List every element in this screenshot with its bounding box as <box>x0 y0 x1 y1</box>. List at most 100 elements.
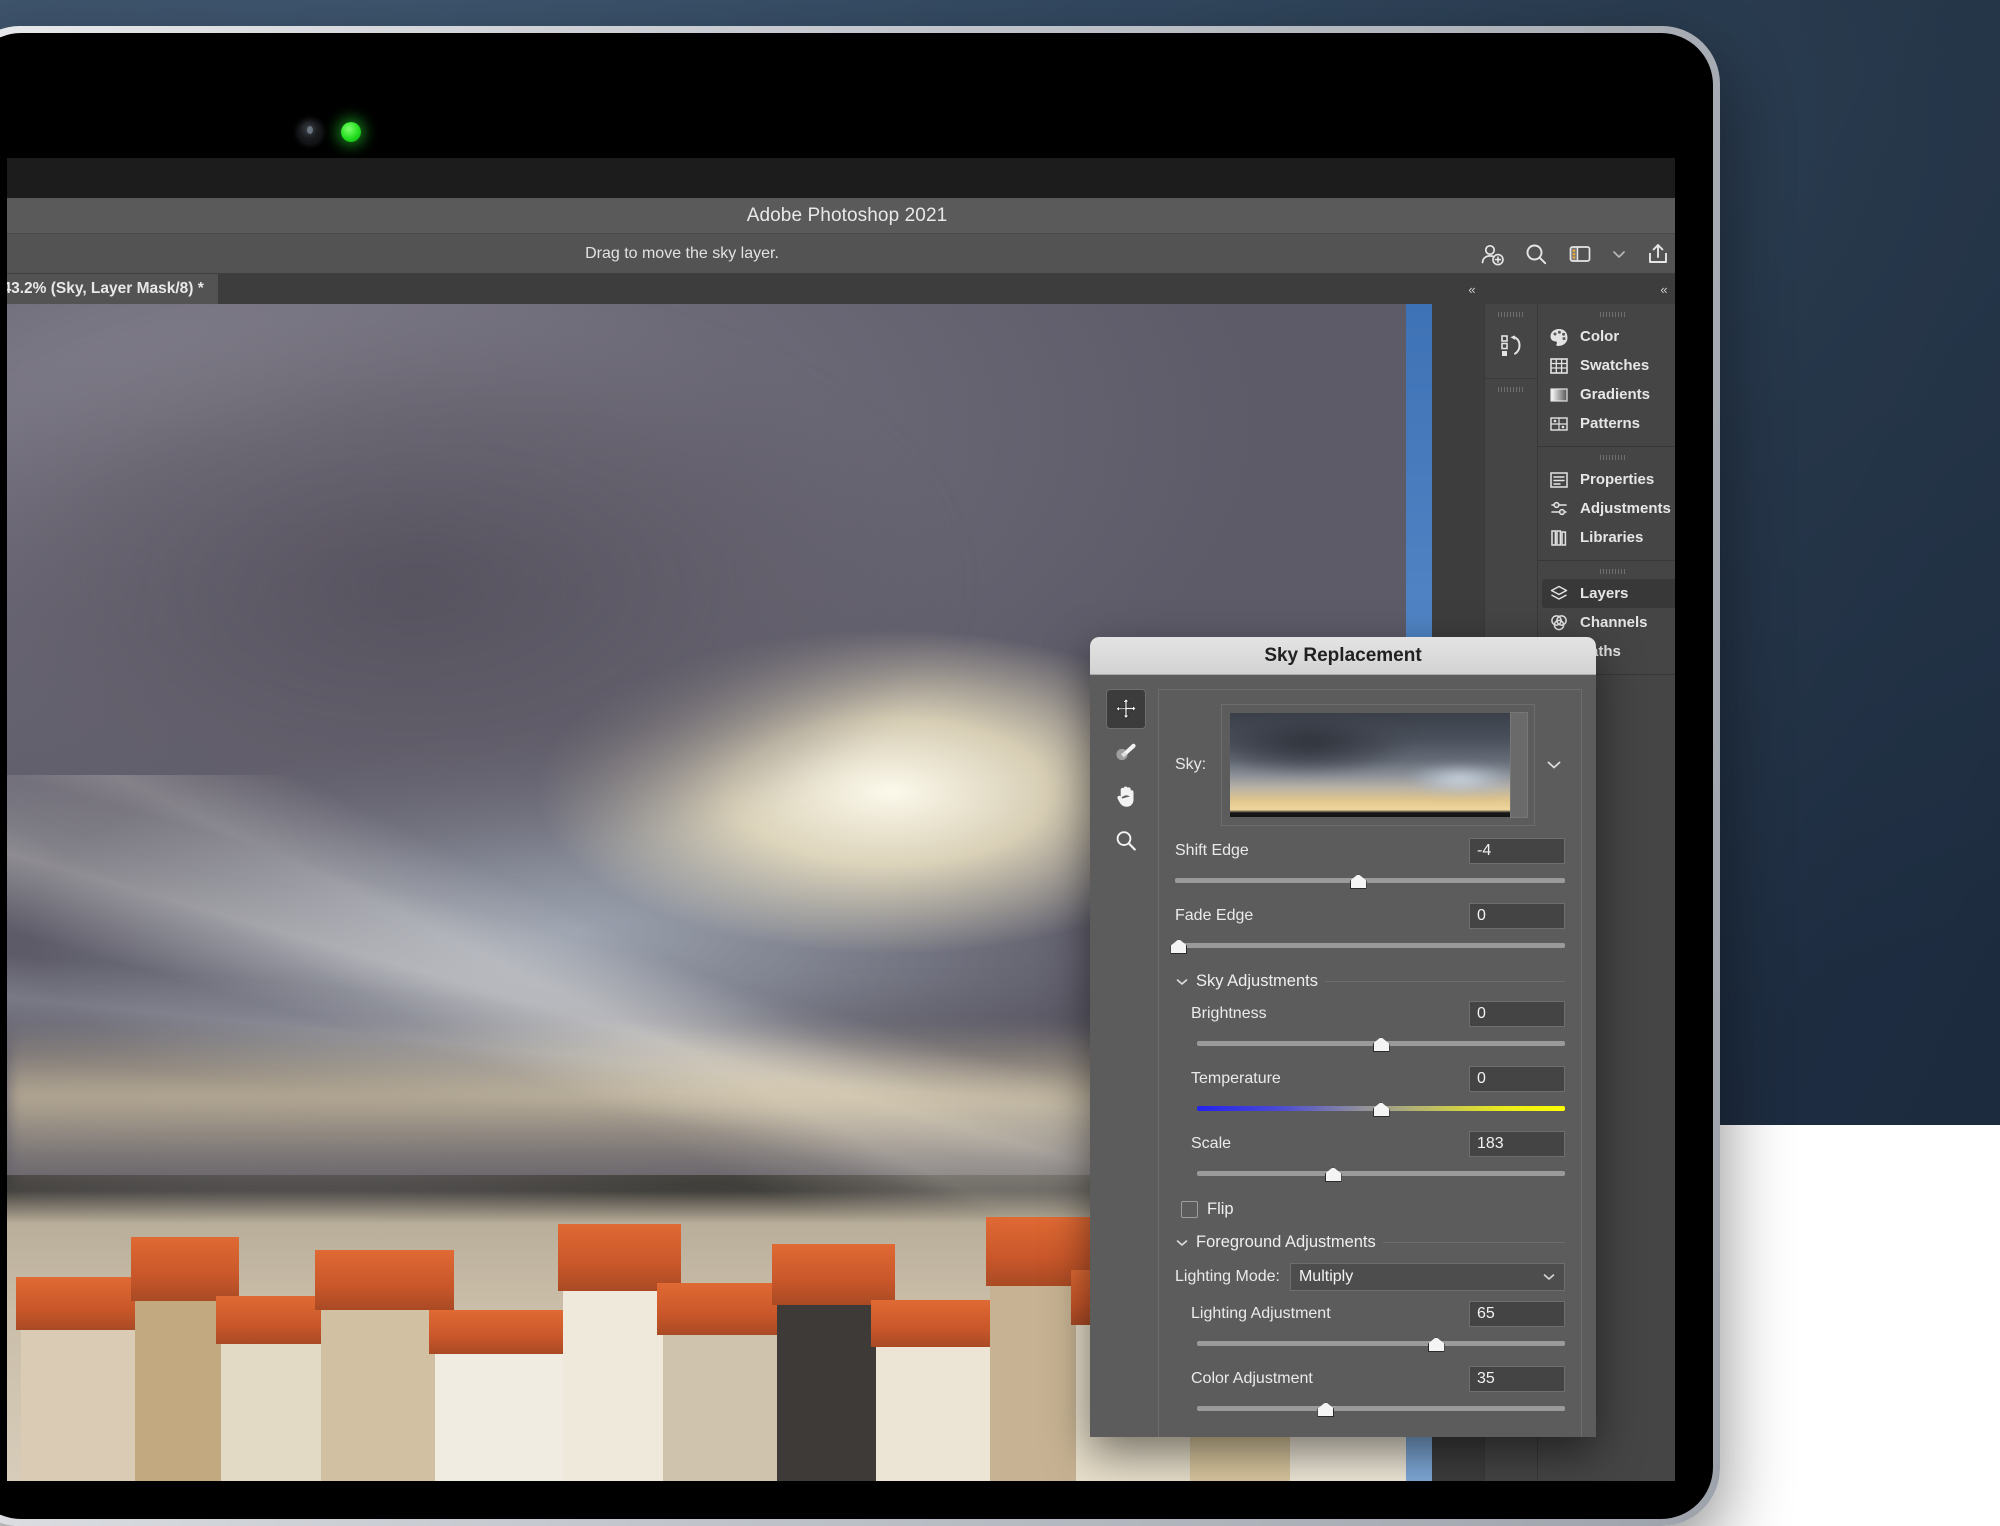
scale-value[interactable]: 183 <box>1469 1131 1565 1157</box>
panel-item-channels[interactable]: Channels <box>1538 608 1675 637</box>
dialog-title: Sky Replacement <box>1264 645 1421 667</box>
swatches-grid-icon <box>1548 355 1570 377</box>
building <box>221 1296 335 1481</box>
foreground-adjustments-title: Foreground Adjustments <box>1196 1233 1376 1252</box>
sidebar-toggle-icon[interactable] <box>1567 241 1593 267</box>
building <box>563 1224 677 1481</box>
shift-edge-value[interactable]: -4 <box>1469 838 1565 864</box>
panel-item-adjustments[interactable]: Adjustments <box>1538 494 1675 523</box>
window-titlebar: Adobe Photoshop 2021 <box>7 198 1675 234</box>
fade-edge-slider[interactable] <box>1175 936 1565 958</box>
temperature-value[interactable]: 0 <box>1469 1066 1565 1092</box>
slider-knob[interactable] <box>1373 1102 1390 1117</box>
panel-group-color: Color Swatches <box>1538 304 1675 447</box>
temperature-row: Temperature 0 <box>1175 1066 1565 1092</box>
panel-grip-icon[interactable] <box>1538 310 1675 318</box>
slider-knob[interactable] <box>1325 1167 1342 1182</box>
slider-knob[interactable] <box>1317 1402 1334 1417</box>
fade-edge-row: Fade Edge 0 <box>1175 903 1565 929</box>
share-icon[interactable] <box>1645 241 1671 267</box>
building <box>777 1244 891 1481</box>
panel-item-swatches[interactable]: Swatches <box>1538 351 1675 380</box>
color-adjustment-row: Color Adjustment 35 <box>1175 1366 1565 1392</box>
panel-item-gradients[interactable]: Gradients <box>1538 380 1675 409</box>
slider-knob[interactable] <box>1350 874 1367 889</box>
dock-collapse-wide-button[interactable]: « <box>1651 274 1675 304</box>
sky-preset-scrollbar[interactable] <box>1510 712 1528 818</box>
scale-row: Scale 183 <box>1175 1131 1565 1157</box>
brightness-value[interactable]: 0 <box>1469 1001 1565 1027</box>
fade-edge-value[interactable]: 0 <box>1469 903 1565 929</box>
sky-preset-picker[interactable] <box>1221 704 1535 826</box>
panel-item-patterns[interactable]: Patterns <box>1538 409 1675 438</box>
lighting-mode-select[interactable]: Multiply <box>1290 1263 1565 1291</box>
laptop-screen: Adobe Photoshop 2021 Drag to move the sk… <box>7 158 1675 1481</box>
photoshop-window: Adobe Photoshop 2021 Drag to move the sk… <box>7 198 1675 1481</box>
add-user-icon[interactable] <box>1479 241 1505 267</box>
panel-item-label: Swatches <box>1580 357 1649 374</box>
panel-item-label: Properties <box>1580 471 1654 488</box>
document-tab[interactable]: ) 43.2% (Sky, Layer Mask/8) * <box>7 274 219 304</box>
panel-item-color[interactable]: Color <box>1538 322 1675 351</box>
panel-grip-icon[interactable] <box>1538 453 1675 461</box>
lighting-mode-label: Lighting Mode: <box>1175 1268 1280 1286</box>
brightness-row: Brightness 0 <box>1175 1001 1565 1027</box>
sky-adjustments-title: Sky Adjustments <box>1196 972 1318 991</box>
patterns-icon <box>1548 413 1570 435</box>
panel-grip-icon[interactable] <box>1485 385 1537 393</box>
color-palette-icon <box>1548 326 1570 348</box>
search-icon[interactable] <box>1523 241 1549 267</box>
dock-collapse-narrow-button[interactable]: « <box>1459 274 1485 304</box>
slider-track <box>1197 1406 1565 1411</box>
document-tab-bar: ) 43.2% (Sky, Layer Mask/8) * « « <box>7 274 1675 304</box>
building <box>321 1250 449 1481</box>
chevron-down-icon <box>1542 1270 1556 1284</box>
panel-grip-icon[interactable] <box>1538 567 1675 575</box>
status-led-indicator <box>341 122 361 142</box>
dialog-titlebar[interactable]: Sky Replacement <box>1090 637 1596 675</box>
panel-item-libraries[interactable]: Libraries <box>1538 523 1675 552</box>
macbook-device: Adobe Photoshop 2021 Drag to move the sk… <box>0 26 1720 1526</box>
fade-edge-label: Fade Edge <box>1175 907 1253 925</box>
sky-brush-tool-button[interactable] <box>1106 733 1146 773</box>
scale-label: Scale <box>1191 1135 1231 1153</box>
sky-adjustments-section-header[interactable]: Sky Adjustments <box>1175 972 1565 991</box>
hand-tool-button[interactable] <box>1106 777 1146 817</box>
dock-group <box>1485 379 1537 407</box>
history-panel-icon[interactable] <box>1485 322 1537 368</box>
panel-item-properties[interactable]: Properties <box>1538 465 1675 494</box>
panel-item-layers[interactable]: Layers <box>1542 579 1675 608</box>
move-tool-button[interactable] <box>1106 689 1146 729</box>
color-adjustment-label: Color Adjustment <box>1191 1370 1313 1388</box>
slider-knob[interactable] <box>1373 1037 1390 1052</box>
panel-item-label: Gradients <box>1580 386 1650 403</box>
scale-slider[interactable] <box>1197 1164 1565 1186</box>
chevron-down-icon[interactable] <box>1543 756 1565 774</box>
shift-edge-row: Shift Edge -4 <box>1175 838 1565 864</box>
lighting-adjustment-slider[interactable] <box>1197 1334 1565 1356</box>
zoom-tool-button[interactable] <box>1106 821 1146 861</box>
foreground-adjustments-section-header[interactable]: Foreground Adjustments <box>1175 1233 1565 1252</box>
panel-item-label: Adjustments <box>1580 500 1671 517</box>
chevron-down-icon <box>1175 1236 1189 1250</box>
dialog-tool-strip <box>1104 689 1148 1437</box>
slider-knob[interactable] <box>1428 1337 1445 1352</box>
chevron-down-icon[interactable] <box>1611 246 1627 262</box>
layers-icon <box>1548 583 1570 605</box>
camera-cluster <box>299 115 479 149</box>
lighting-adjustment-value[interactable]: 65 <box>1469 1301 1565 1327</box>
flip-row[interactable]: Flip <box>1181 1200 1565 1219</box>
sky-label: Sky: <box>1175 756 1213 774</box>
building <box>435 1310 578 1481</box>
section-divider <box>1383 1242 1565 1243</box>
workspace-body: Color Swatches <box>7 304 1675 1481</box>
slider-knob[interactable] <box>1170 939 1187 954</box>
panel-grip-icon[interactable] <box>1485 310 1537 318</box>
panel-item-label: Libraries <box>1580 529 1643 546</box>
flip-checkbox[interactable] <box>1181 1201 1198 1218</box>
color-adjustment-value[interactable]: 35 <box>1469 1366 1565 1392</box>
temperature-slider[interactable] <box>1197 1099 1565 1121</box>
color-adjustment-slider[interactable] <box>1197 1399 1565 1421</box>
shift-edge-slider[interactable] <box>1175 871 1565 893</box>
brightness-slider[interactable] <box>1197 1034 1565 1056</box>
